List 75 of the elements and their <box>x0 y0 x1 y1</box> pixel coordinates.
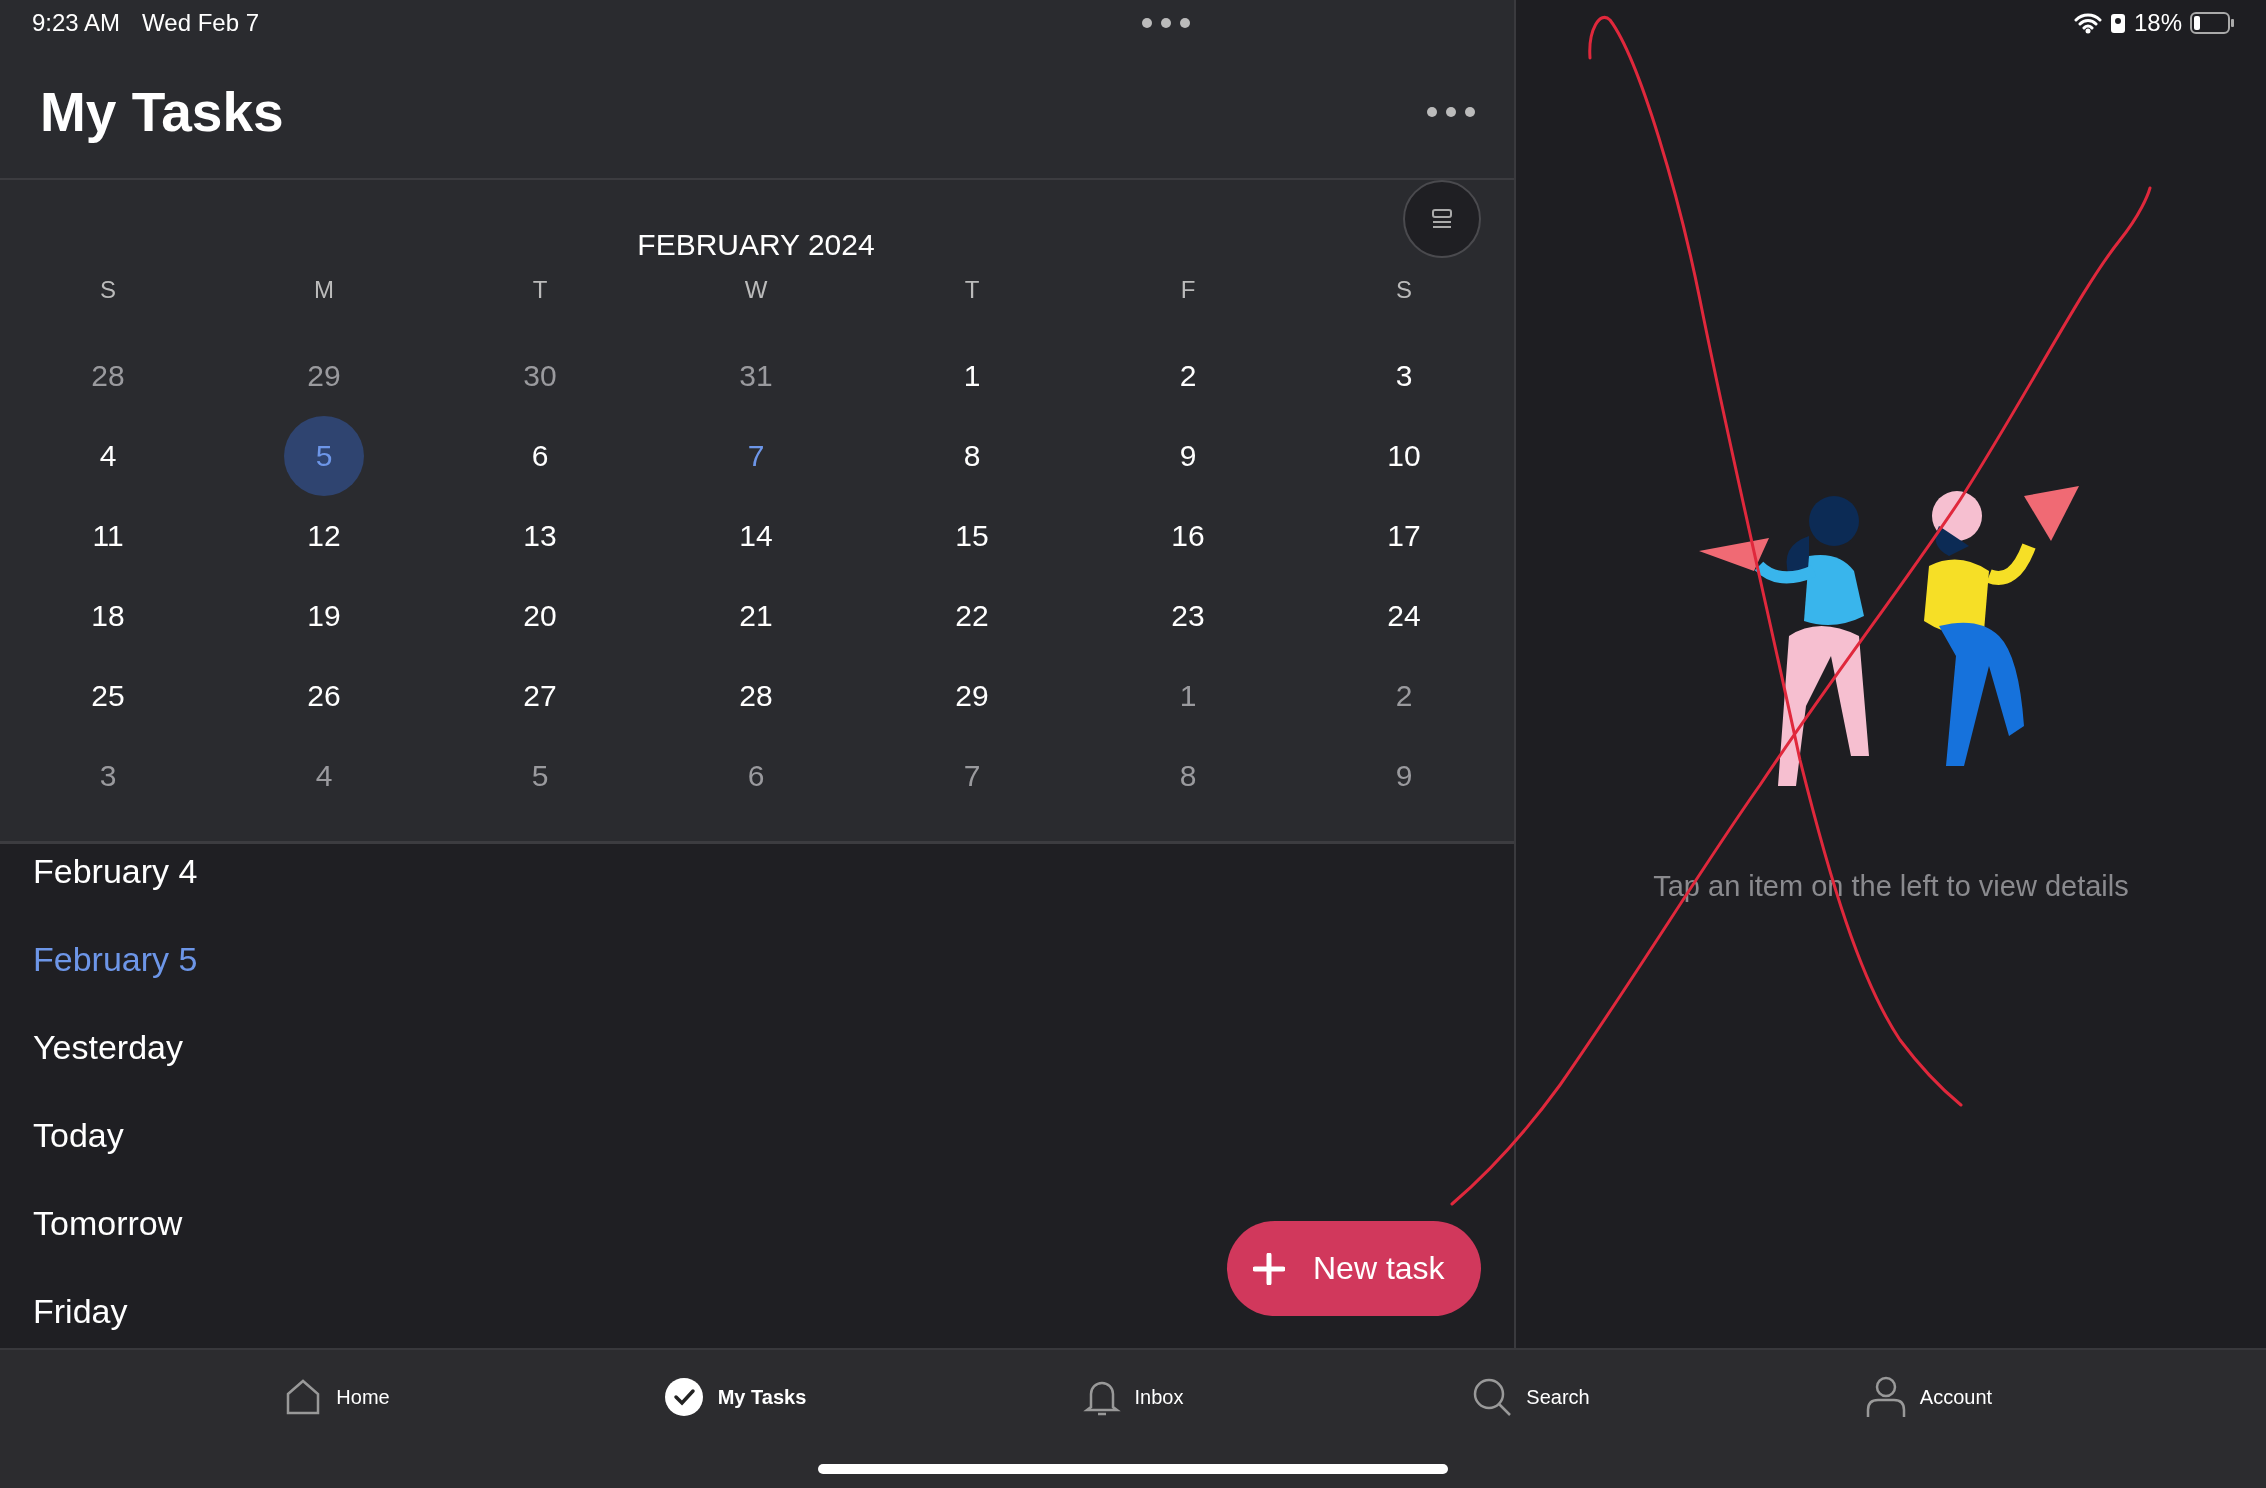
calendar-date[interactable]: 20 <box>500 576 580 656</box>
calendar-date[interactable]: 21 <box>716 576 796 656</box>
status-time: 9:23 AM <box>32 9 121 37</box>
calendar-date[interactable]: 7 <box>716 416 796 496</box>
status-date: Wed Feb 7 <box>142 9 259 37</box>
plus-icon <box>1253 1252 1285 1285</box>
person-icon <box>1865 1376 1906 1418</box>
wifi-icon <box>2073 12 2102 34</box>
battery-icon <box>2190 11 2236 35</box>
calendar-date[interactable]: 29 <box>284 336 364 416</box>
month-title: FEBRUARY 2024 <box>637 228 875 262</box>
weekday-label: W <box>744 276 768 304</box>
calendar-date[interactable]: 28 <box>68 336 148 416</box>
calendar-date[interactable]: 19 <box>284 576 364 656</box>
calendar-date[interactable]: 29 <box>932 656 1012 736</box>
calendar-date[interactable]: 23 <box>1148 576 1228 656</box>
calendar-date[interactable]: 27 <box>500 656 580 736</box>
calendar-date[interactable]: 12 <box>284 496 364 576</box>
date-list-item[interactable]: February 4 <box>33 852 198 891</box>
calendar-date[interactable]: 4 <box>68 416 148 496</box>
tab-bar-item[interactable]: Home <box>138 1372 536 1422</box>
calendar-date[interactable]: 30 <box>500 336 580 416</box>
calendar-date[interactable]: 10 <box>1364 416 1444 496</box>
date-list-item[interactable]: Tomorrow <box>33 1204 183 1243</box>
check-circle-icon <box>663 1377 704 1417</box>
page-title: My Tasks <box>40 80 284 144</box>
calendar-date[interactable]: 5 <box>500 736 580 816</box>
calendar-date[interactable]: 4 <box>284 736 364 816</box>
calendar-date[interactable]: 3 <box>1364 336 1444 416</box>
calendar-date[interactable]: 9 <box>1148 416 1228 496</box>
calendar-date[interactable]: 8 <box>1148 736 1228 816</box>
date-list-item[interactable]: February 5 <box>33 940 198 979</box>
list-icon <box>1431 208 1453 230</box>
calendar-date[interactable]: 2 <box>1364 656 1444 736</box>
calendar-date[interactable]: 26 <box>284 656 364 736</box>
new-task-button[interactable]: New task <box>1227 1221 1481 1316</box>
weekday-label: M <box>314 276 334 304</box>
calendar-date[interactable]: 7 <box>932 736 1012 816</box>
calendar-date[interactable]: 25 <box>68 656 148 736</box>
weekday-label: T <box>964 276 980 304</box>
calendar-date[interactable]: 31 <box>716 336 796 416</box>
calendar-date[interactable]: 8 <box>932 416 1012 496</box>
calendar-date[interactable]: 15 <box>932 496 1012 576</box>
calendar-date[interactable]: 17 <box>1364 496 1444 576</box>
calendar-date[interactable]: 13 <box>500 496 580 576</box>
more-icon[interactable] <box>1141 17 1191 29</box>
weekday-label: T <box>532 276 548 304</box>
weekday-label: S <box>1396 276 1412 304</box>
tab-bar-item[interactable]: Inbox <box>934 1372 1332 1422</box>
tab-bar-item[interactable]: My Tasks <box>536 1372 934 1422</box>
calendar-date[interactable]: 9 <box>1364 736 1444 816</box>
calendar-date[interactable]: 1 <box>932 336 1012 416</box>
tab-bar-item[interactable]: Search <box>1332 1372 1730 1422</box>
date-list-item[interactable]: Today <box>33 1116 124 1155</box>
calendar-date[interactable]: 24 <box>1364 576 1444 656</box>
calendar-date[interactable]: 2 <box>1148 336 1228 416</box>
date-list-item[interactable]: Yesterday <box>33 1028 183 1067</box>
weekday-label: F <box>1180 276 1196 304</box>
calendar-date[interactable]: 3 <box>68 736 148 816</box>
tab-bar-item[interactable]: Account <box>1730 1372 2128 1422</box>
calendar-date[interactable]: 16 <box>1148 496 1228 576</box>
calendar-date[interactable]: 28 <box>716 656 796 736</box>
battery-percentage: 18% <box>2133 9 2182 37</box>
calendar-date[interactable]: 14 <box>716 496 796 576</box>
calendar-date[interactable]: 6 <box>500 416 580 496</box>
search-icon <box>1472 1377 1513 1417</box>
calendar-date[interactable]: 18 <box>68 576 148 656</box>
date-list-item[interactable]: Friday <box>33 1292 128 1331</box>
calendar-date[interactable]: 6 <box>716 736 796 816</box>
lock-icon <box>2109 12 2126 34</box>
more-icon[interactable] <box>1426 106 1476 118</box>
calendar-date[interactable]: 1 <box>1148 656 1228 736</box>
weekday-label: S <box>100 276 116 304</box>
calendar-date[interactable]: 22 <box>932 576 1012 656</box>
calendar-date[interactable]: 11 <box>68 496 148 576</box>
